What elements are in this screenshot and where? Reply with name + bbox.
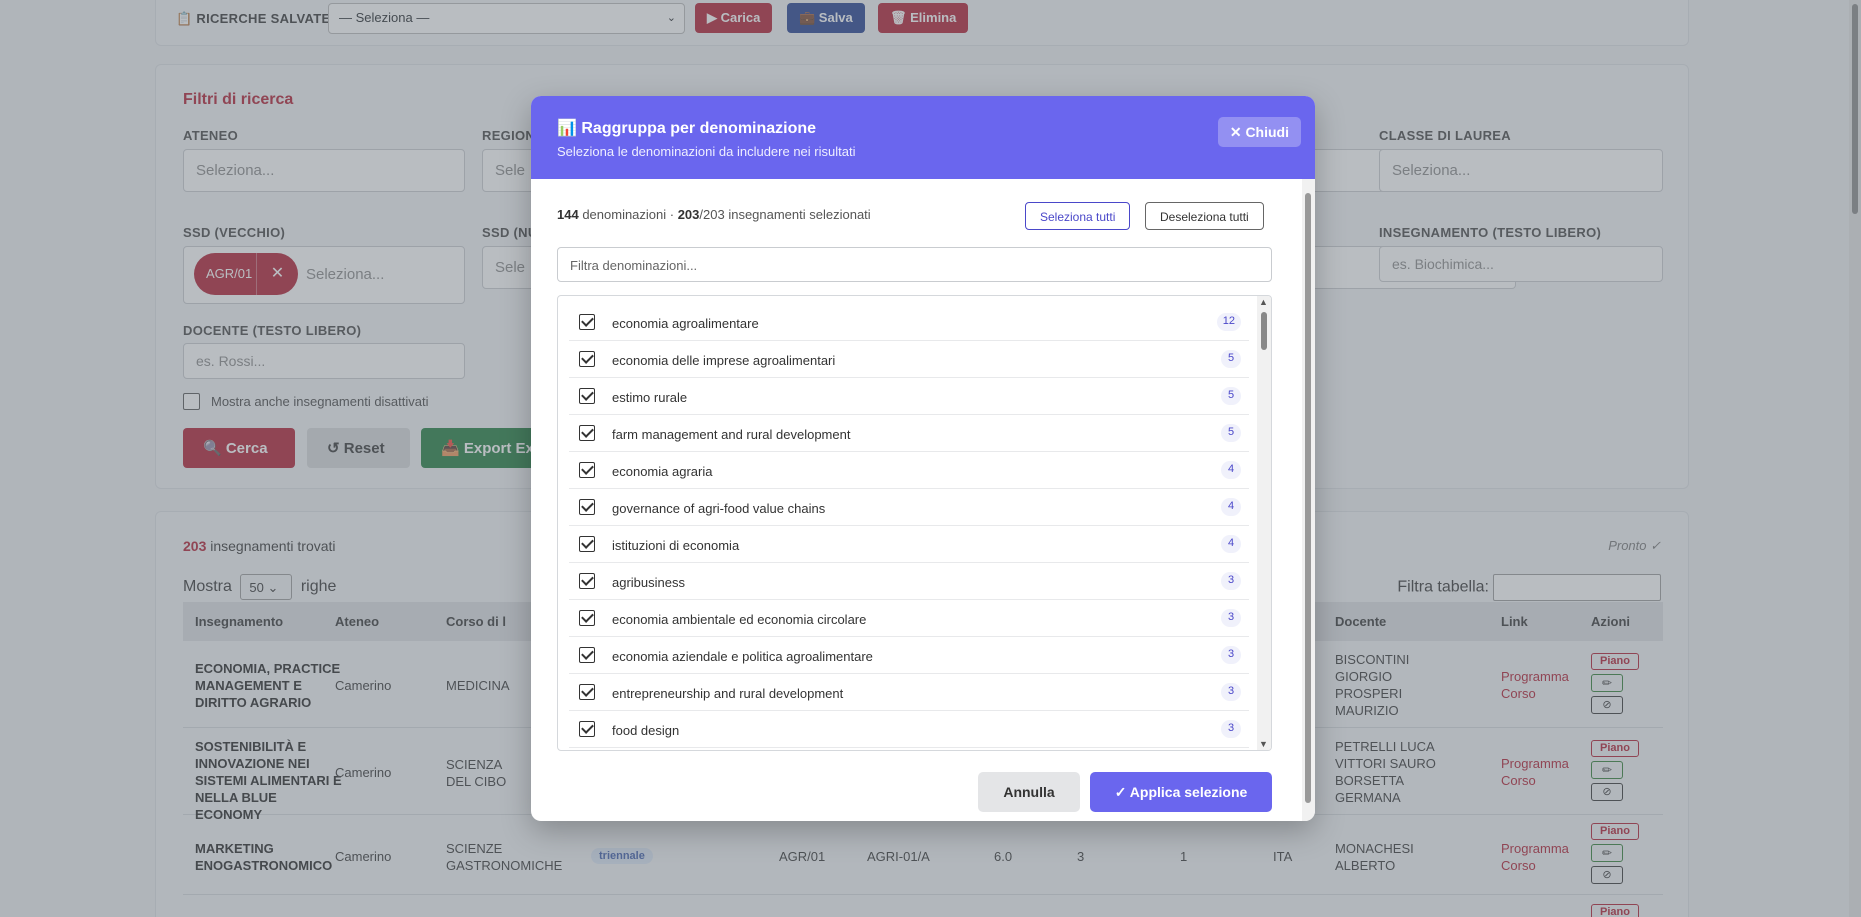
- group-by-name-modal: 📊 Raggruppa per denominazione Seleziona …: [531, 96, 1315, 821]
- list-item[interactable]: economia ambientale ed economia circolar…: [569, 600, 1249, 637]
- checkbox[interactable]: [579, 721, 595, 737]
- denomination-filter-input[interactable]: Filtra denominazioni...: [557, 247, 1272, 282]
- checkbox[interactable]: [579, 499, 595, 515]
- selection-stats: 144 denominazioni · 203/203 insegnamenti…: [557, 207, 871, 222]
- list-item[interactable]: estimo rurale 5: [569, 378, 1249, 415]
- count-badge: 3: [1221, 572, 1241, 590]
- count-badge: 5: [1221, 387, 1241, 405]
- modal-title: 📊 Raggruppa per denominazione: [557, 120, 817, 137]
- list-item[interactable]: economia aziendale e politica agroalimen…: [569, 637, 1249, 674]
- modal-subtitle: Seleziona le denominazioni da includere …: [557, 144, 856, 159]
- count-badge: 4: [1221, 535, 1241, 553]
- checkbox[interactable]: [579, 573, 595, 589]
- list-item[interactable]: economia agraria 4: [569, 452, 1249, 489]
- modal-scrollbar[interactable]: [1302, 179, 1315, 821]
- modal-header: 📊 Raggruppa per denominazione Seleziona …: [531, 96, 1315, 179]
- count-badge: 3: [1221, 683, 1241, 701]
- checkbox[interactable]: [579, 462, 595, 478]
- cancel-button[interactable]: Annulla: [978, 772, 1080, 812]
- list-item[interactable]: economia delle imprese agroalimentari 5: [569, 341, 1249, 378]
- checkbox[interactable]: [579, 647, 595, 663]
- list-item[interactable]: agribusiness 3: [569, 563, 1249, 600]
- count-badge: 5: [1221, 424, 1241, 442]
- count-badge: 12: [1216, 313, 1241, 331]
- apply-selection-button[interactable]: ✓ Applica selezione: [1090, 772, 1272, 812]
- checkbox[interactable]: [579, 351, 595, 367]
- count-badge: 4: [1221, 498, 1241, 516]
- checkbox[interactable]: [579, 314, 595, 330]
- count-badge: 3: [1221, 609, 1241, 627]
- checkbox[interactable]: [579, 536, 595, 552]
- list-scrollbar[interactable]: ▲ ▼: [1257, 296, 1271, 750]
- list-item[interactable]: governance of agri-food value chains 4: [569, 489, 1249, 526]
- select-all-button[interactable]: Seleziona tutti: [1025, 202, 1131, 230]
- list-item[interactable]: farm management and rural development 5: [569, 415, 1249, 452]
- list-item[interactable]: entrepreneurship and rural development 3: [569, 674, 1249, 711]
- scroll-up-icon[interactable]: ▲: [1259, 297, 1268, 307]
- count-badge: 5: [1221, 350, 1241, 368]
- count-badge: 4: [1221, 461, 1241, 479]
- checkbox[interactable]: [579, 610, 595, 626]
- list-item[interactable]: food design 3: [569, 711, 1249, 748]
- close-button[interactable]: ✕ Chiudi: [1217, 117, 1301, 147]
- checkbox[interactable]: [579, 684, 595, 700]
- scroll-down-icon[interactable]: ▼: [1259, 739, 1268, 749]
- list-item[interactable]: istituzioni di economia 4: [569, 526, 1249, 563]
- checkbox[interactable]: [579, 388, 595, 404]
- denomination-list: economia agroalimentare 12 economia delle…: [557, 295, 1272, 751]
- checkbox[interactable]: [579, 425, 595, 441]
- list-item[interactable]: economia agroalimentare 12: [569, 304, 1249, 341]
- deselect-all-button[interactable]: Deseleziona tutti: [1145, 202, 1264, 230]
- count-badge: 3: [1221, 720, 1241, 738]
- count-badge: 3: [1221, 646, 1241, 664]
